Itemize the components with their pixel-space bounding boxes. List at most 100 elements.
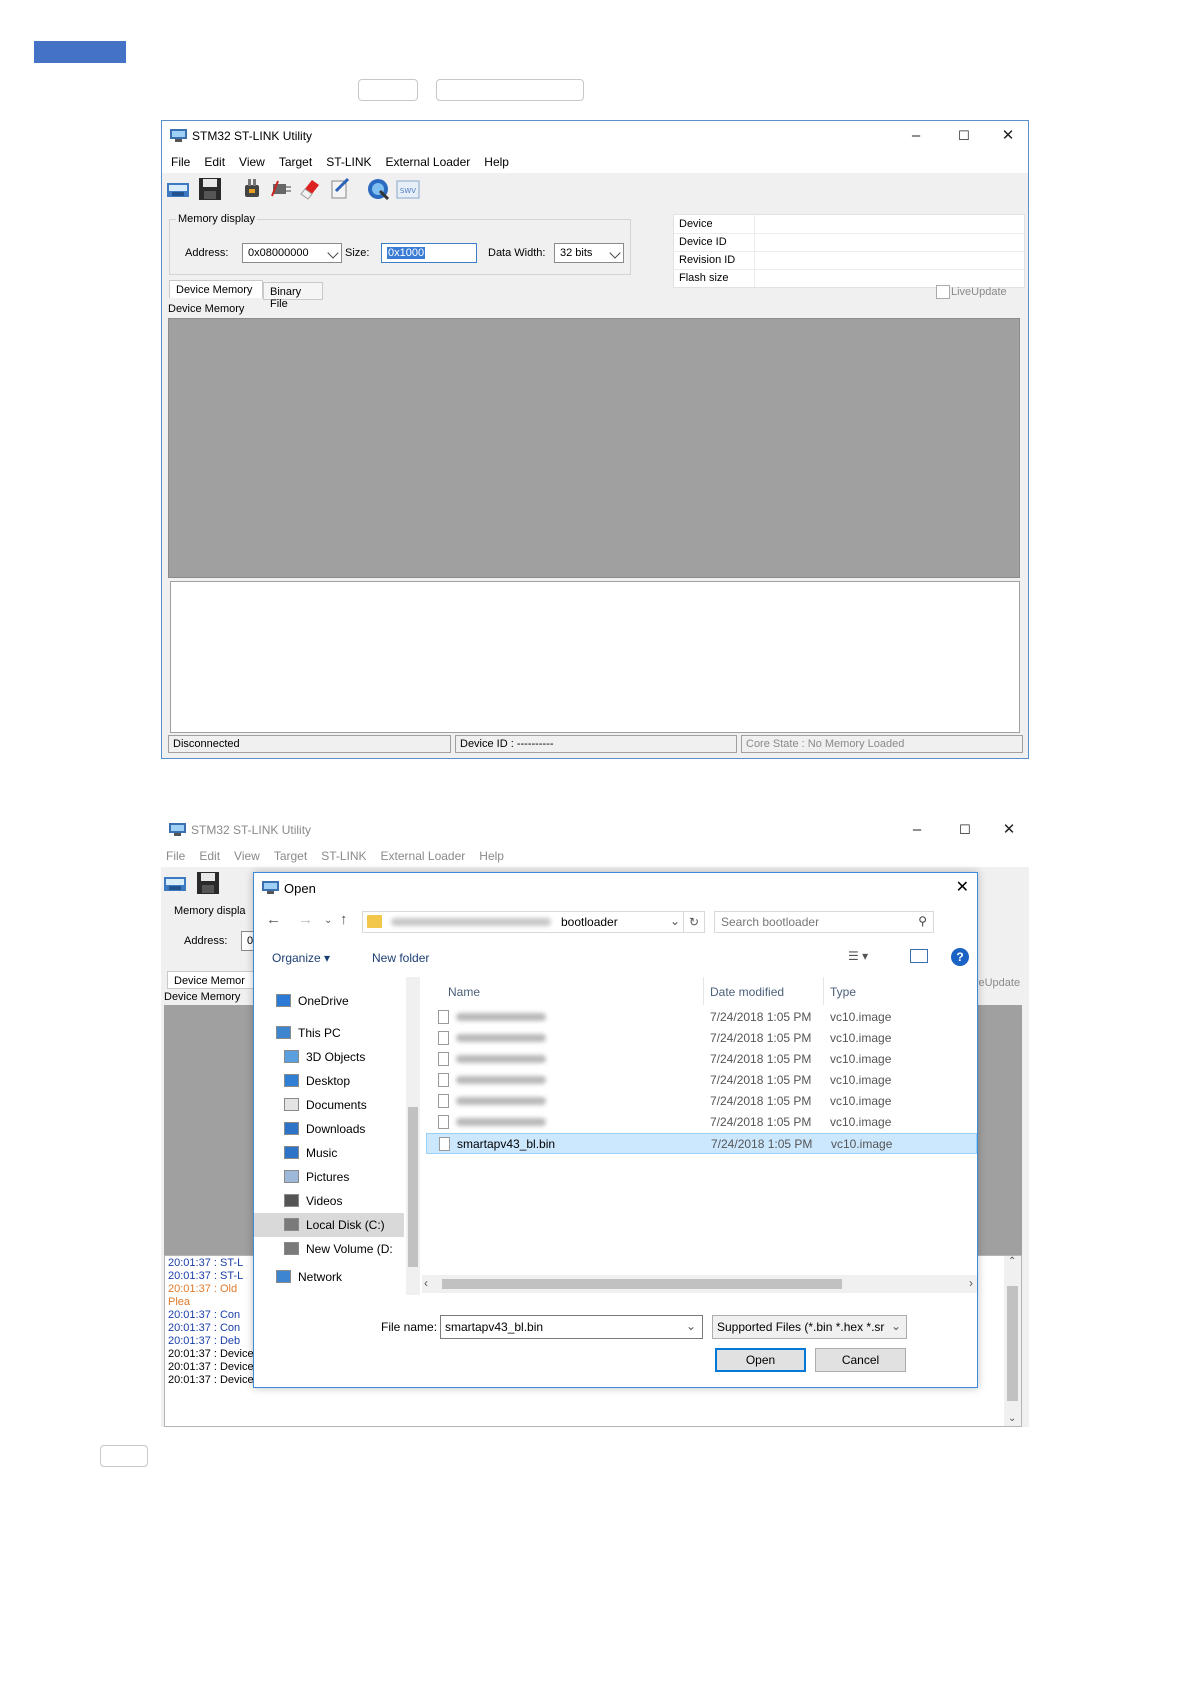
up-arrow-icon[interactable]: ↑ — [340, 911, 348, 928]
maximize-icon[interactable]: ☐ — [945, 819, 985, 841]
file-row[interactable]: 7/24/2018 1:05 PM vc10.image — [426, 1007, 977, 1028]
info-label: Flash size — [679, 272, 729, 284]
new-folder-button[interactable]: New folder — [372, 951, 429, 965]
nav-item[interactable]: OneDrive — [254, 989, 404, 1013]
address-current-folder[interactable]: bootloader — [561, 915, 618, 929]
scroll-thumb[interactable] — [408, 1107, 418, 1267]
horizontal-scrollbar[interactable]: ‹ › — [422, 1275, 977, 1293]
preview-pane-icon[interactable] — [910, 949, 928, 963]
scroll-left-icon[interactable]: ‹ — [424, 1276, 428, 1290]
cancel-button[interactable]: Cancel — [815, 1348, 906, 1372]
nav-item[interactable]: 3D Objects — [254, 1045, 404, 1069]
file-name-input[interactable]: smartapv43_bl.bin ⌄ — [440, 1315, 703, 1339]
menu-stlink[interactable]: ST-LINK — [319, 151, 378, 169]
erase-icon[interactable] — [298, 177, 322, 201]
back-arrow-icon[interactable]: ← — [266, 911, 281, 928]
tab-binary-file[interactable]: Binary File — [263, 282, 323, 310]
nav-item[interactable]: New Volume (D: — [254, 1237, 404, 1261]
tab-device-memory[interactable]: Device Memor — [167, 971, 257, 989]
forward-arrow-icon[interactable]: → — [298, 911, 313, 928]
size-input[interactable]: 0x1000 — [381, 243, 477, 263]
refresh-icon[interactable]: ↻ — [683, 912, 704, 932]
chevron-down-icon — [327, 247, 339, 259]
live-update-checkbox[interactable] — [936, 285, 950, 299]
column-date-modified[interactable]: Date modified — [710, 985, 784, 999]
plug-icon[interactable] — [240, 177, 264, 201]
menu-view[interactable]: View — [227, 845, 267, 863]
menu-help[interactable]: Help — [477, 151, 516, 169]
connect-icon[interactable] — [163, 871, 187, 895]
close-icon[interactable]: ✕ — [988, 125, 1028, 147]
file-row[interactable]: 7/24/2018 1:05 PM vc10.image — [426, 1070, 977, 1091]
menu-file[interactable]: File — [164, 151, 197, 169]
scroll-right-icon[interactable]: › — [969, 1276, 973, 1290]
scroll-thumb[interactable] — [1007, 1286, 1018, 1401]
scroll-down-icon[interactable]: ⌄ — [1008, 1413, 1016, 1424]
log-panel[interactable] — [170, 581, 1020, 733]
recent-chevron-icon[interactable]: ⌄ — [324, 915, 332, 926]
memory-view[interactable] — [168, 318, 1020, 578]
menu-external-loader[interactable]: External Loader — [379, 151, 478, 169]
connect-icon[interactable] — [166, 177, 190, 201]
help-icon[interactable]: ? — [951, 948, 969, 966]
file-icon — [438, 1115, 449, 1129]
nav-item[interactable]: Music — [254, 1141, 404, 1165]
scroll-thumb[interactable] — [442, 1279, 842, 1289]
menu-stlink[interactable]: ST-LINK — [314, 845, 373, 863]
nav-item-label: This PC — [298, 1026, 341, 1040]
disconnect-icon[interactable] — [270, 177, 294, 201]
scroll-up-icon[interactable]: ⌃ — [1008, 1256, 1016, 1267]
menu-target[interactable]: Target — [267, 845, 314, 863]
column-name[interactable]: Name — [448, 985, 480, 999]
file-row[interactable]: 7/24/2018 1:05 PM vc10.image — [426, 1049, 977, 1070]
view-options-icon[interactable]: ☰ ▾ — [848, 949, 868, 963]
log-scrollbar[interactable]: ⌃ ⌄ — [1004, 1256, 1021, 1426]
menu-file[interactable]: File — [159, 845, 192, 863]
tab-device-memory[interactable]: Device Memory — [169, 280, 263, 298]
save-icon[interactable] — [196, 871, 220, 895]
nav-item[interactable]: This PC — [254, 1021, 404, 1045]
blurred-path — [391, 918, 551, 926]
nav-item[interactable]: Local Disk (C:) — [254, 1213, 404, 1237]
menu-edit[interactable]: Edit — [197, 151, 232, 169]
chevron-down-icon[interactable]: ⌄ — [686, 1319, 696, 1333]
menu-target[interactable]: Target — [272, 151, 319, 169]
menu-external-loader[interactable]: External Loader — [374, 845, 473, 863]
file-row[interactable]: 7/24/2018 1:05 PM vc10.image — [426, 1091, 977, 1112]
chevron-down-icon[interactable]: ⌄ — [670, 914, 680, 928]
search-input[interactable]: Search bootloader ⚲ — [714, 911, 934, 933]
nav-item[interactable]: Pictures — [254, 1165, 404, 1189]
menu-edit[interactable]: Edit — [192, 845, 227, 863]
menu-help[interactable]: Help — [472, 845, 511, 863]
chevron-down-icon[interactable]: ⌄ — [886, 1316, 906, 1338]
address-bar[interactable]: bootloader ⌄ ↻ — [362, 911, 705, 933]
minimize-icon[interactable]: – — [897, 819, 937, 841]
file-icon — [438, 1073, 449, 1087]
menu-view[interactable]: View — [232, 151, 272, 169]
nav-item[interactable]: Network — [254, 1265, 404, 1289]
nav-item[interactable]: Documents — [254, 1093, 404, 1117]
file-type-filter[interactable]: Supported Files (*.bin *.hex *.sr ⌄ — [712, 1315, 907, 1339]
maximize-icon[interactable]: ☐ — [944, 125, 984, 147]
nav-scrollbar[interactable] — [406, 977, 420, 1295]
file-row[interactable]: 7/24/2018 1:05 PM vc10.image — [426, 1028, 977, 1049]
swv-icon[interactable]: SWV — [396, 177, 420, 201]
minimize-icon[interactable]: – — [896, 125, 936, 147]
nav-item[interactable]: Desktop — [254, 1069, 404, 1093]
open-button[interactable]: Open — [715, 1348, 806, 1372]
program-icon[interactable] — [328, 177, 352, 201]
verify-icon[interactable] — [366, 177, 390, 201]
column-type[interactable]: Type — [830, 985, 856, 999]
nav-item[interactable]: Videos — [254, 1189, 404, 1213]
organize-button[interactable]: Organize ▾ — [272, 951, 330, 965]
close-icon[interactable]: ✕ — [956, 877, 969, 897]
nav-item-label: Documents — [306, 1098, 367, 1112]
close-icon[interactable]: ✕ — [989, 819, 1029, 841]
data-width-select[interactable]: 32 bits — [554, 243, 624, 263]
save-icon[interactable] — [198, 177, 222, 201]
nav-item-label: Pictures — [306, 1170, 350, 1184]
nav-item[interactable]: Downloads — [254, 1117, 404, 1141]
address-combo[interactable]: 0x08000000 — [242, 243, 342, 263]
file-row[interactable]: 7/24/2018 1:05 PM vc10.image — [426, 1112, 977, 1133]
file-row[interactable]: smartapv43_bl.bin 7/24/2018 1:05 PM vc10.i… — [426, 1133, 977, 1154]
